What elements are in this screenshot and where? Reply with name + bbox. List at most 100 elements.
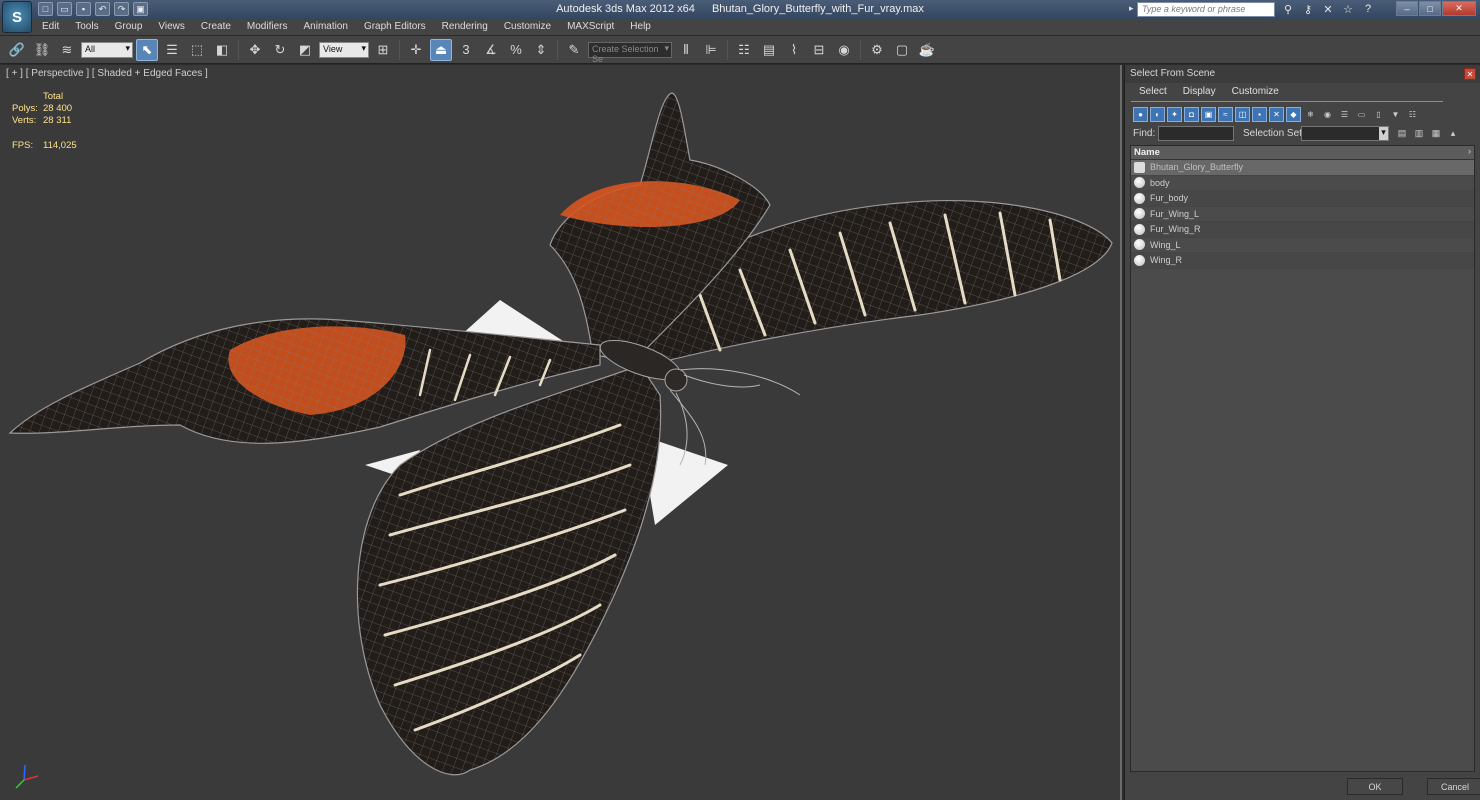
named-selection-set-dropdown[interactable]: Create Selection Se bbox=[588, 41, 672, 64]
display-frozen-icon[interactable]: ❄ bbox=[1303, 107, 1318, 122]
menu-item[interactable]: Group bbox=[107, 21, 151, 32]
new-file-icon[interactable]: □ bbox=[38, 2, 53, 16]
find-input[interactable] bbox=[1158, 126, 1234, 141]
name-column-header[interactable]: Name › bbox=[1131, 146, 1474, 160]
communication-icon[interactable]: ✕ bbox=[1320, 2, 1336, 16]
bind-to-space-warp-icon[interactable]: ≋ bbox=[56, 39, 78, 61]
list-item[interactable]: body bbox=[1131, 176, 1474, 191]
dialog-title[interactable]: Select From Scene bbox=[1125, 65, 1480, 83]
display-helpers-icon[interactable]: ▣ bbox=[1201, 107, 1216, 122]
list-item[interactable]: Fur_Wing_L bbox=[1131, 207, 1474, 222]
display-invert-icon[interactable]: ▯ bbox=[1371, 107, 1386, 122]
select-and-move-icon[interactable]: ✥ bbox=[244, 39, 266, 61]
perspective-viewport[interactable]: [ + ] [ Perspective ] [ Shaded + Edged F… bbox=[0, 65, 1122, 800]
window-crossing-icon[interactable]: ◧ bbox=[211, 39, 233, 61]
display-all-icon[interactable]: ☰ bbox=[1337, 107, 1352, 122]
list-item[interactable]: Bhutan_Glory_Butterfly bbox=[1131, 160, 1474, 176]
menu-item[interactable]: Edit bbox=[34, 21, 67, 32]
dialog-menu-item[interactable]: Display bbox=[1175, 86, 1224, 97]
selection-filter-dropdown[interactable]: All bbox=[81, 41, 133, 58]
display-none-icon[interactable]: ▭ bbox=[1354, 107, 1369, 122]
select-and-link-icon[interactable]: 🔗 bbox=[6, 39, 28, 61]
menu-item[interactable]: Help bbox=[622, 21, 659, 32]
rendered-frame-window-icon[interactable]: ▢ bbox=[891, 39, 913, 61]
pivot-center-icon[interactable]: ⊞ bbox=[372, 39, 394, 61]
filter-icon[interactable]: ▼ bbox=[1388, 107, 1403, 122]
select-by-name-icon[interactable]: ☰ bbox=[161, 39, 183, 61]
layer-manager-icon[interactable]: ☷ bbox=[733, 39, 755, 61]
select-manipulate-icon[interactable]: ✛ bbox=[405, 39, 427, 61]
rectangular-selection-icon[interactable]: ⬚ bbox=[186, 39, 208, 61]
key-icon[interactable]: ⚷ bbox=[1300, 2, 1316, 16]
display-shapes-icon[interactable]: ◐ bbox=[1150, 107, 1165, 122]
display-xrefs-icon[interactable]: ▪ bbox=[1252, 107, 1267, 122]
ok-button[interactable]: OK bbox=[1347, 778, 1403, 795]
menu-item[interactable]: Customize bbox=[496, 21, 559, 32]
render-production-icon[interactable]: ☕ bbox=[916, 39, 938, 61]
display-spacewarps-icon[interactable]: ≈ bbox=[1218, 107, 1233, 122]
angle-snap-icon[interactable]: ∡ bbox=[480, 39, 502, 61]
cancel-button[interactable]: Cancel bbox=[1427, 778, 1480, 795]
keyword-search-input[interactable]: Type a keyword or phrase bbox=[1137, 2, 1275, 17]
keyboard-shortcut-override-icon[interactable]: ⏏ bbox=[430, 38, 452, 61]
menu-item[interactable]: Modifiers bbox=[239, 21, 296, 32]
select-none-icon[interactable]: ▥ bbox=[1412, 126, 1426, 140]
unlink-selection-icon[interactable]: ⛓ bbox=[31, 39, 53, 61]
schematic-view-icon[interactable]: ⊟ bbox=[808, 39, 830, 61]
close-window-icon[interactable]: ✕ bbox=[1442, 1, 1476, 16]
list-item[interactable]: Wing_L bbox=[1131, 238, 1474, 253]
curve-editor-icon[interactable]: ⌇ bbox=[783, 39, 805, 61]
close-dialog-icon[interactable]: ✕ bbox=[1464, 68, 1476, 80]
reference-coordinate-dropdown[interactable]: View bbox=[319, 41, 369, 58]
list-item[interactable]: Fur_Wing_R bbox=[1131, 222, 1474, 238]
snaps-toggle-icon[interactable]: 3 bbox=[455, 39, 477, 61]
app-logo-icon[interactable]: S bbox=[2, 1, 32, 33]
select-invert-icon[interactable]: ▦ bbox=[1429, 126, 1443, 140]
select-and-rotate-icon[interactable]: ↻ bbox=[269, 39, 291, 61]
edit-named-selection-icon[interactable]: ✎ bbox=[563, 39, 585, 61]
search-expand-icon[interactable]: ▸ bbox=[1129, 3, 1134, 14]
menu-item[interactable]: Animation bbox=[295, 21, 355, 32]
list-item[interactable]: Wing_R bbox=[1131, 253, 1474, 269]
menu-item[interactable]: MAXScript bbox=[559, 21, 622, 32]
binoculars-icon[interactable]: ⚲ bbox=[1280, 2, 1296, 16]
menu-item[interactable]: Create bbox=[193, 21, 239, 32]
viewport-label[interactable]: [ + ] [ Perspective ] [ Shaded + Edged F… bbox=[6, 68, 208, 79]
selection-set-dropdown[interactable] bbox=[1301, 126, 1389, 141]
project-folder-icon[interactable]: ▣ bbox=[133, 2, 148, 16]
display-lights-icon[interactable]: ✦ bbox=[1167, 107, 1182, 122]
menu-item[interactable]: Views bbox=[150, 21, 193, 32]
menu-item[interactable]: Rendering bbox=[434, 21, 496, 32]
display-groups-icon[interactable]: ◫ bbox=[1235, 107, 1250, 122]
display-hidden-icon[interactable]: ◉ bbox=[1320, 107, 1335, 122]
undo-icon[interactable]: ↶ bbox=[95, 2, 110, 16]
sort-chevron-icon[interactable]: › bbox=[1468, 146, 1471, 157]
minimize-icon[interactable]: – bbox=[1396, 1, 1418, 16]
percent-snap-icon[interactable]: % bbox=[505, 39, 527, 61]
dialog-menu-item[interactable]: Customize bbox=[1224, 86, 1287, 97]
save-file-icon[interactable]: ▪ bbox=[76, 2, 91, 16]
align-icon[interactable]: ⊫ bbox=[700, 39, 722, 61]
material-editor-icon[interactable]: ◉ bbox=[833, 39, 855, 61]
display-bones-icon[interactable]: ✕ bbox=[1269, 107, 1284, 122]
redo-icon[interactable]: ↷ bbox=[114, 2, 129, 16]
help-icon[interactable]: ? bbox=[1360, 2, 1376, 16]
select-and-scale-icon[interactable]: ◩ bbox=[294, 39, 316, 61]
favorites-star-icon[interactable]: ☆ bbox=[1340, 2, 1356, 16]
menu-item[interactable]: Tools bbox=[67, 21, 106, 32]
select-all-icon[interactable]: ▤ bbox=[1395, 126, 1409, 140]
render-setup-icon[interactable]: ⚙ bbox=[866, 39, 888, 61]
spinner-snap-icon[interactable]: ⇕ bbox=[530, 39, 552, 61]
menu-item[interactable]: Graph Editors bbox=[356, 21, 434, 32]
open-file-icon[interactable]: ▭ bbox=[57, 2, 72, 16]
expand-icon[interactable]: ▴ bbox=[1446, 126, 1460, 140]
list-item[interactable]: Fur_body bbox=[1131, 191, 1474, 207]
dialog-menu-item[interactable]: Select bbox=[1131, 86, 1175, 97]
graphite-ribbon-icon[interactable]: ▤ bbox=[758, 39, 780, 61]
display-containers-icon[interactable]: ◆ bbox=[1286, 107, 1301, 122]
display-cameras-icon[interactable]: ◘ bbox=[1184, 107, 1199, 122]
filter-options-icon[interactable]: ☷ bbox=[1405, 107, 1420, 122]
maximize-icon[interactable]: □ bbox=[1419, 1, 1441, 16]
select-object-icon[interactable]: ⬉ bbox=[136, 38, 158, 61]
display-geometry-icon[interactable]: ● bbox=[1133, 107, 1148, 122]
